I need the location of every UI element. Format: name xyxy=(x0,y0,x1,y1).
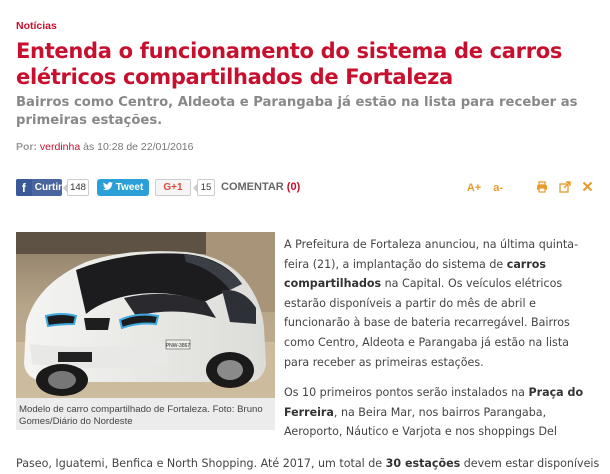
facebook-like-count: 148 xyxy=(63,179,89,196)
comment-count: (0) xyxy=(286,181,301,193)
publish-time: às 10:28 de 22/01/2016 xyxy=(83,141,194,153)
facebook-icon: f xyxy=(16,179,32,196)
article-figure: PNW-3867 Modelo de carro compartilhado d… xyxy=(16,232,275,430)
font-increase-button[interactable]: A+ xyxy=(467,182,481,194)
car-photo[interactable]: PNW-3867 xyxy=(16,232,275,398)
byline-prefix: Por: xyxy=(16,141,37,153)
comment-label: COMENTAR xyxy=(221,181,284,193)
article-body: A Prefeitura de Fortaleza anunciou, na ú… xyxy=(284,235,596,453)
google-plus-button[interactable]: G+1 xyxy=(155,179,191,196)
font-decrease-button[interactable]: a- xyxy=(493,182,503,194)
twitter-bird-icon xyxy=(102,181,113,194)
license-plate: PNW-3867 xyxy=(166,343,191,349)
figure-caption: Modelo de carro compartilhado de Fortale… xyxy=(19,404,263,427)
close-icon[interactable] xyxy=(582,181,596,195)
article-tools: A+ a- xyxy=(467,179,596,196)
article-paragraph-continued: Paseo, Iguatemi, Benfica e North Shoppin… xyxy=(16,457,600,470)
facebook-like-label: Curtir xyxy=(34,182,62,193)
share-icon[interactable] xyxy=(559,180,573,195)
comment-link[interactable]: COMENTAR (0) xyxy=(221,181,300,193)
article-paragraph: Os 10 primeiros pontos serão instalados … xyxy=(284,386,584,439)
tweet-label: Tweet xyxy=(115,182,144,193)
article-subheadline: Bairros como Centro, Aldeota e Parangaba… xyxy=(16,95,578,128)
tweet-button[interactable]: Tweet xyxy=(97,179,149,196)
article-paragraph: A Prefeitura de Fortaleza anunciou, na ú… xyxy=(284,238,579,369)
share-toolbar: f Curtir 148 Tweet G+1 15 COMENTAR (0) A… xyxy=(16,177,596,197)
article-headline: Entenda o funcionamento do sistema de ca… xyxy=(16,39,563,89)
facebook-like-button[interactable]: f Curtir xyxy=(16,179,62,196)
byline: Por: verdinha às 10:28 de 22/01/2016 xyxy=(16,141,193,153)
google-plus-count: 15 xyxy=(193,179,215,196)
print-icon[interactable] xyxy=(536,180,550,195)
section-label[interactable]: Notícias xyxy=(16,20,57,32)
author-link[interactable]: verdinha xyxy=(40,141,80,153)
